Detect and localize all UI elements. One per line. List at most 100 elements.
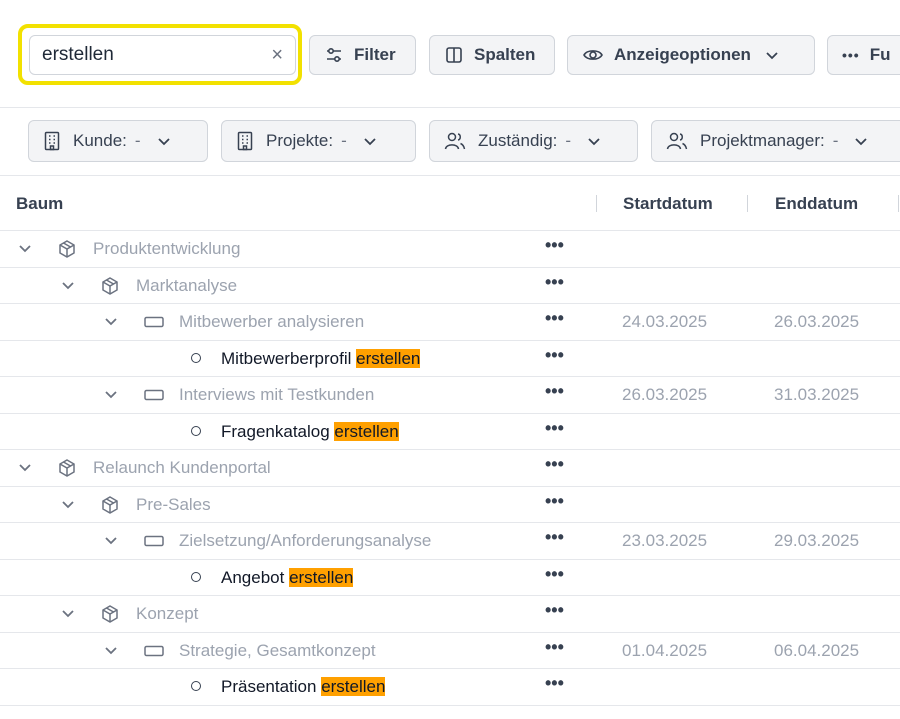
row-more-button[interactable]: ••• — [545, 345, 564, 366]
toolbar: × Filter Spalten Anzeigeoptionen ••• Fu — [0, 0, 900, 108]
collapse-chevron-icon[interactable] — [103, 386, 119, 402]
row-label[interactable]: Konzept — [136, 604, 198, 624]
row-label[interactable]: Mitbewerber analysieren — [179, 312, 364, 332]
table-row[interactable]: Mitbewerber analysieren ••• 24.03.2025 26.0… — [0, 304, 900, 341]
filter-assignee-value: - — [565, 131, 572, 150]
cube-icon — [100, 604, 120, 624]
table-row[interactable]: Präsentation erstellen ••• — [0, 669, 900, 706]
row-label[interactable]: Produktentwicklung — [93, 239, 240, 259]
filter-customer-label: Kunde: — [73, 131, 127, 150]
task-rect-icon — [143, 531, 164, 551]
row-more-button[interactable]: ••• — [545, 272, 564, 293]
column-header-end[interactable]: Enddatum — [775, 194, 858, 214]
table-row[interactable]: Marktanalyse ••• — [0, 268, 900, 304]
table-row[interactable]: Strategie, Gesamtkonzept ••• 01.04.2025 06.… — [0, 633, 900, 669]
columns-button[interactable]: Spalten — [429, 35, 555, 75]
users-icon — [666, 132, 688, 150]
collapse-chevron-icon[interactable] — [60, 605, 76, 621]
table-row[interactable]: Zielsetzung/Anforderungsanalyse ••• 23.03.… — [0, 523, 900, 560]
cube-icon — [100, 276, 120, 296]
chevron-down-icon — [855, 138, 868, 146]
filter-button-label: Filter — [354, 45, 396, 64]
table-row[interactable]: Mitbewerberprofil erstellen ••• — [0, 341, 900, 377]
row-more-button[interactable]: ••• — [545, 381, 564, 402]
table-row[interactable]: Interviews mit Testkunden ••• 26.03.2025 31… — [0, 377, 900, 414]
end-date: 26.03.2025 — [774, 312, 860, 331]
building-icon — [237, 131, 253, 151]
chevron-down-icon — [364, 138, 376, 146]
row-more-button[interactable]: ••• — [545, 491, 564, 512]
filter-project-manager[interactable]: Projektmanager: - — [651, 120, 900, 162]
building-icon — [44, 131, 60, 151]
column-header-start[interactable]: Startdatum — [623, 194, 713, 214]
row-label-text: Mitbewerberprofil — [221, 348, 357, 368]
row-more-button[interactable]: ••• — [545, 454, 564, 475]
end-date: 29.03.2025 — [774, 531, 860, 550]
column-divider[interactable] — [747, 195, 748, 212]
column-divider[interactable] — [898, 195, 899, 212]
start-date: 01.04.2025 — [622, 640, 708, 660]
filter-customer[interactable]: Kunde: - — [28, 120, 208, 162]
row-label[interactable]: Interviews mit Testkunden — [179, 385, 374, 405]
filter-projects-label: Projekte: — [266, 131, 334, 150]
row-more-button[interactable]: ••• — [545, 527, 564, 548]
filter-assignee[interactable]: Zuständig: - — [429, 120, 638, 162]
filter-project-manager-label: Projektmanager: — [700, 131, 825, 150]
row-label[interactable]: Zielsetzung/Anforderungsanalyse — [179, 531, 431, 551]
columns-button-label: Spalten — [474, 45, 536, 64]
row-label[interactable]: Fragenkatalog erstellen — [221, 421, 399, 442]
search-match-highlight: erstellen — [321, 677, 386, 696]
circle-bullet-icon — [191, 681, 201, 691]
display-options-label: Anzeigeoptionen — [614, 45, 751, 64]
row-label[interactable]: Relaunch Kundenportal — [93, 458, 271, 478]
filter-project-manager-value: - — [832, 131, 839, 150]
table-row[interactable]: Fragenkatalog erstellen ••• — [0, 414, 900, 450]
table-row[interactable]: Konzept ••• — [0, 596, 900, 633]
task-rect-icon — [143, 641, 164, 661]
row-more-button[interactable]: ••• — [545, 235, 564, 256]
collapse-chevron-icon[interactable] — [103, 313, 119, 329]
column-divider[interactable] — [596, 195, 597, 212]
display-options-button[interactable]: Anzeigeoptionen — [567, 35, 815, 75]
row-label[interactable]: Marktanalyse — [136, 276, 237, 296]
search-match-highlight: erstellen — [334, 421, 399, 441]
collapse-chevron-icon[interactable] — [103, 642, 119, 658]
collapse-chevron-icon[interactable] — [103, 532, 119, 548]
start-date: 24.03.2025 — [622, 312, 708, 331]
row-label[interactable]: Pre-Sales — [136, 495, 211, 515]
collapse-chevron-icon[interactable] — [60, 277, 76, 293]
cube-icon — [100, 495, 120, 515]
columns-icon — [446, 47, 462, 63]
row-more-button[interactable]: ••• — [545, 564, 564, 585]
end-date: 06.04.2025 — [774, 640, 860, 660]
sliders-icon — [327, 47, 341, 63]
table-row[interactable]: Pre-Sales ••• — [0, 487, 900, 523]
chevron-down-icon — [588, 138, 600, 146]
filter-button[interactable]: Filter — [309, 35, 416, 75]
collapse-chevron-icon[interactable] — [17, 459, 33, 475]
row-label[interactable]: Mitbewerberprofil erstellen — [221, 348, 421, 369]
row-more-button[interactable]: ••• — [545, 673, 564, 694]
table-header: Baum Startdatum Enddatum — [0, 176, 900, 231]
table-row[interactable]: Angebot erstellen ••• — [0, 560, 900, 596]
chevron-down-icon — [157, 138, 170, 146]
collapse-chevron-icon[interactable] — [60, 496, 76, 512]
more-functions-button[interactable]: ••• Fu — [827, 35, 900, 75]
search-box[interactable]: × — [29, 35, 296, 75]
row-label[interactable]: Angebot erstellen — [221, 567, 354, 588]
row-more-button[interactable]: ••• — [545, 418, 564, 439]
row-more-button[interactable]: ••• — [545, 308, 564, 329]
filter-projects[interactable]: Projekte: - — [221, 120, 416, 162]
row-label[interactable]: Präsentation erstellen — [221, 677, 386, 697]
row-more-button[interactable]: ••• — [545, 637, 564, 658]
table-row[interactable]: Relaunch Kundenportal ••• — [0, 450, 900, 487]
row-more-button[interactable]: ••• — [545, 600, 564, 621]
search-input[interactable] — [42, 44, 262, 66]
row-label[interactable]: Strategie, Gesamtkonzept — [179, 641, 376, 661]
column-header-tree[interactable]: Baum — [16, 194, 63, 214]
table-row[interactable]: Produktentwicklung ••• — [0, 231, 900, 268]
collapse-chevron-icon[interactable] — [17, 240, 33, 256]
clear-search-icon[interactable]: × — [271, 44, 283, 66]
filter-row: Kunde: - Projekte: - Zuständig: - Projek… — [0, 108, 900, 176]
circle-bullet-icon — [191, 352, 201, 363]
